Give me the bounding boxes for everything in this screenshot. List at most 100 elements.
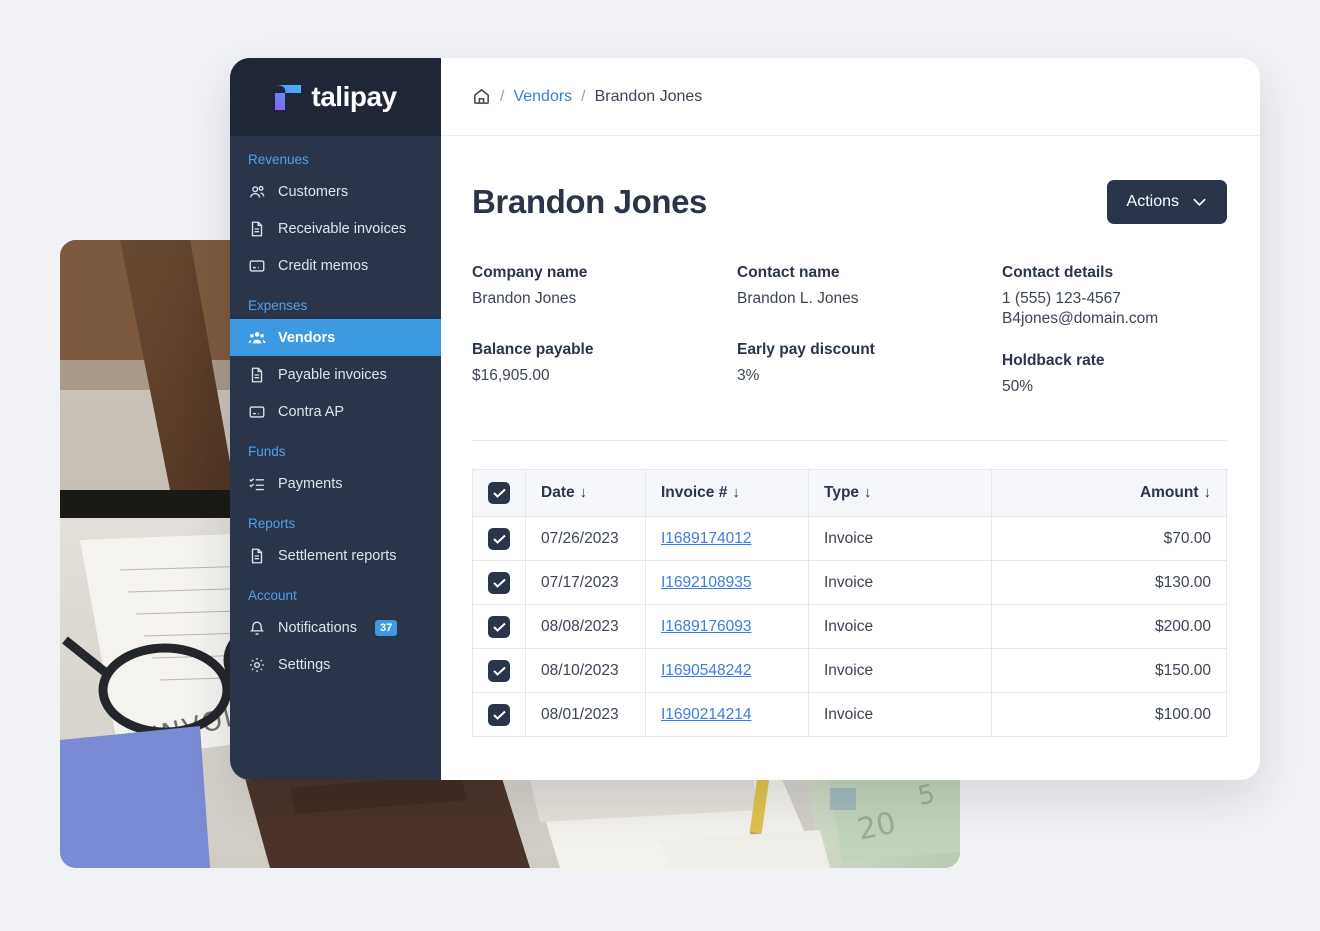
sidebar-item-vendors[interactable]: Vendors	[230, 319, 441, 356]
page-content: Brandon Jones Actions Company name Brand…	[441, 136, 1260, 737]
home-icon[interactable]	[472, 87, 491, 106]
cell-amount: $70.00	[991, 516, 1227, 561]
cell-date: 08/08/2023	[525, 604, 646, 649]
row-select-cell	[472, 516, 526, 561]
cell-date: 07/17/2023	[525, 560, 646, 605]
table-header-row: Date ↓ Invoice # ↓ Type ↓ Amount ↓	[472, 469, 1227, 517]
detail-balance-payable: Balance payable $16,905.00	[472, 341, 737, 397]
row-checkbox[interactable]	[488, 703, 510, 726]
row-checkbox[interactable]	[488, 571, 510, 594]
sidebar-item-customers[interactable]: Customers	[230, 173, 441, 210]
nav-group-title-funds: Funds	[248, 444, 286, 459]
nav-group-title-revenues: Revenues	[248, 152, 309, 167]
detail-label: Balance payable	[472, 341, 594, 358]
detail-label: Company name	[472, 264, 588, 281]
sidebar-item-contra-ap[interactable]: Contra AP	[230, 393, 441, 430]
sidebar-item-label: Payments	[278, 475, 343, 492]
sidebar-item-receivable-invoices[interactable]: Receivable invoices	[230, 210, 441, 247]
invoice-link[interactable]: I1692108935	[661, 574, 752, 591]
detail-label: Holdback rate	[1002, 352, 1105, 369]
actions-button[interactable]: Actions	[1106, 180, 1227, 224]
cell-type: Invoice	[808, 604, 992, 649]
column-label: Amount	[1139, 484, 1199, 501]
sidebar-item-notifications[interactable]: Notifications 37	[230, 609, 441, 646]
cell-type: Invoice	[808, 692, 992, 737]
cell-invoice: I1690548242	[645, 648, 809, 693]
nav-group-title-expenses: Expenses	[248, 298, 308, 313]
check-icon	[492, 578, 506, 588]
sidebar-item-payable-invoices[interactable]: Payable invoices	[230, 356, 441, 393]
invoice-link[interactable]: I1690548242	[661, 662, 752, 679]
column-label: Type	[824, 484, 860, 501]
cell-type: Invoice	[808, 560, 992, 605]
sort-arrow-down-icon: ↓	[579, 484, 588, 501]
section-divider	[472, 440, 1227, 441]
table-row: 08/01/2023 I1690214214 Invoice $100.00	[472, 692, 1227, 737]
actions-button-label: Actions	[1126, 193, 1179, 210]
detail-value: 1 (555) 123-4567 B4jones@domain.com	[1002, 290, 1159, 327]
cell-amount: $200.00	[991, 604, 1227, 649]
sidebar-item-label: Receivable invoices	[278, 220, 407, 237]
sidebar-item-payments[interactable]: Payments	[230, 465, 441, 502]
sidebar-item-label: Settings	[278, 656, 331, 673]
check-icon	[492, 666, 506, 676]
detail-label: Contact name	[737, 264, 840, 281]
cell-invoice: I1692108935	[645, 560, 809, 605]
row-select-cell	[472, 560, 526, 605]
sidebar-item-settlement-reports[interactable]: Settlement reports	[230, 537, 441, 574]
detail-value: 3%	[737, 367, 760, 384]
sidebar-nav: Revenues Customers Receivable invoices C…	[230, 136, 441, 780]
check-icon	[492, 622, 506, 632]
table-row: 08/08/2023 I1689176093 Invoice $200.00	[472, 604, 1227, 649]
sidebar-item-label: Customers	[278, 183, 349, 200]
detail-company-name: Company name Brandon Jones	[472, 264, 737, 320]
page-title: Brandon Jones	[472, 183, 708, 220]
cell-date: 08/01/2023	[525, 692, 646, 737]
invoice-link[interactable]: I1689174012	[661, 530, 752, 547]
invoices-table-body: 07/26/2023 I1689174012 Invoice $70.00 07…	[472, 516, 1227, 737]
sidebar: talipay Revenues Customers Receivable in…	[230, 58, 441, 780]
sidebar-item-settings[interactable]: Settings	[230, 646, 441, 683]
row-select-cell	[472, 604, 526, 649]
cell-invoice: I1689176093	[645, 604, 809, 649]
check-icon	[492, 534, 506, 544]
invoice-link[interactable]: I1690214214	[661, 706, 752, 723]
column-header-date[interactable]: Date ↓	[525, 469, 646, 517]
table-row: 08/10/2023 I1690548242 Invoice $150.00	[472, 648, 1227, 693]
row-checkbox[interactable]	[488, 615, 510, 638]
logo-wordmark: talipay	[311, 81, 397, 112]
sidebar-item-label: Credit memos	[278, 257, 369, 274]
notifications-badge: 37	[374, 619, 398, 636]
row-select-cell	[472, 692, 526, 737]
detail-early-pay-discount: Early pay discount 3%	[737, 341, 1002, 397]
column-header-type[interactable]: Type ↓	[808, 469, 992, 517]
check-icon	[492, 710, 506, 720]
row-checkbox[interactable]	[488, 659, 510, 682]
chevron-down-icon	[1193, 198, 1206, 207]
check-icon	[492, 488, 506, 498]
breadcrumb: / Vendors / Brandon Jones	[441, 58, 1260, 136]
document-icon	[251, 221, 263, 236]
cell-type: Invoice	[808, 516, 992, 561]
invoices-table: Date ↓ Invoice # ↓ Type ↓ Amount ↓ 07/26…	[472, 469, 1227, 737]
sort-arrow-down-icon: ↓	[732, 484, 740, 501]
users-icon	[250, 185, 265, 197]
column-header-invoice[interactable]: Invoice # ↓	[645, 469, 809, 517]
row-checkbox[interactable]	[488, 527, 510, 550]
sort-arrow-down-icon: ↓	[864, 484, 872, 501]
card-icon	[249, 405, 265, 418]
gear-icon	[249, 657, 265, 672]
cell-amount: $100.00	[991, 692, 1227, 737]
column-label: Invoice #	[661, 484, 728, 501]
page-title-row: Brandon Jones Actions	[472, 180, 1227, 224]
cell-type: Invoice	[808, 648, 992, 693]
invoice-link[interactable]: I1689176093	[661, 618, 752, 635]
table-row: 07/17/2023 I1692108935 Invoice $130.00	[472, 560, 1227, 605]
breadcrumb-link-vendors[interactable]: Vendors	[513, 88, 572, 106]
talipay-logo-icon	[275, 84, 302, 110]
select-all-checkbox[interactable]	[488, 482, 510, 504]
sidebar-item-credit-memos[interactable]: Credit memos	[230, 247, 441, 284]
breadcrumb-current: Brandon Jones	[594, 87, 703, 105]
column-header-amount[interactable]: Amount ↓	[991, 469, 1227, 517]
users-group-icon	[248, 331, 266, 343]
